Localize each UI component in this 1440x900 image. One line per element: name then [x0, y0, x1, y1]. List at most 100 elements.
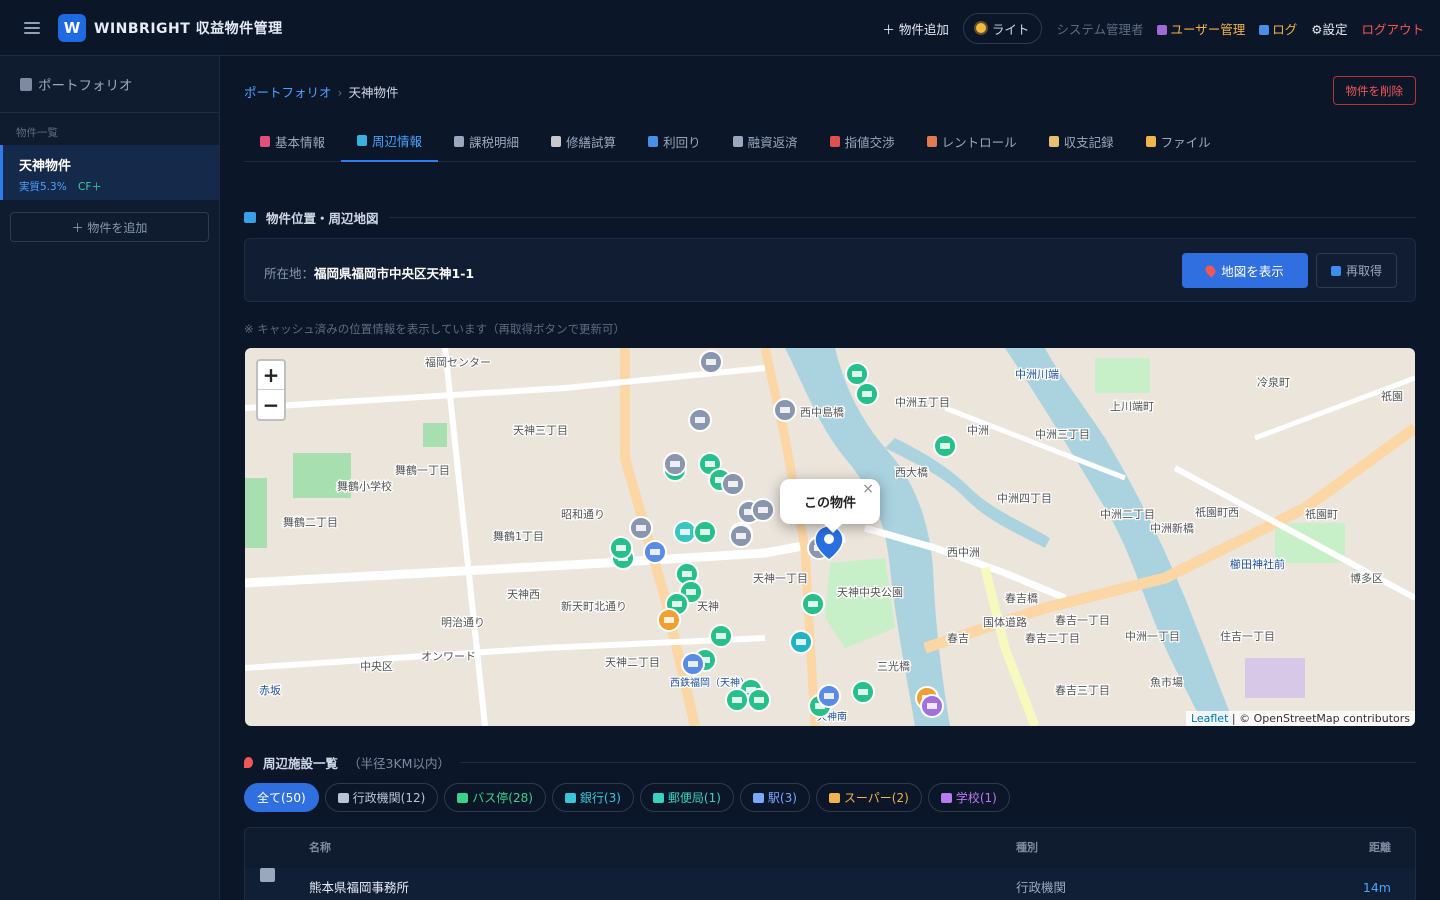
tab-rent-roll[interactable]: レントロール	[911, 120, 1033, 162]
address-row: 所在地：福岡県福岡市中央区天神1-1	[264, 263, 474, 282]
filter-post-office[interactable]: 郵便局(1)	[639, 783, 734, 812]
facilities-heading-text: 周辺施設一覧	[263, 756, 339, 771]
filter-government[interactable]: 行政機関(12)	[324, 783, 439, 812]
filter-bank[interactable]: 銀行(3)	[551, 783, 634, 812]
tab-tax-details[interactable]: 課税明細	[438, 120, 535, 162]
filter-all[interactable]: 全て(50)	[244, 783, 319, 812]
map-label: 春吉三丁目	[1055, 684, 1110, 697]
facility-filter-bar: 全て(50) 行政機関(12) バス停(28) 銀行(3) 郵便局(1) 駅(3) スーパー…	[244, 783, 1010, 812]
popup-text: この物件	[803, 496, 856, 511]
poi-marker-glyph	[732, 697, 742, 703]
add-property-link[interactable]: ＋ 物件追加	[882, 19, 948, 38]
map-label: 上川端町	[1110, 400, 1154, 413]
government-building-icon	[260, 868, 275, 882]
sidebar-property-item[interactable]: 天神物件 実質5.3% CF＋	[0, 145, 219, 200]
osm-attribution: | © OpenStreetMap contributors	[1228, 712, 1410, 725]
app-title: WINBRIGHT 収益物件管理	[94, 20, 283, 37]
poi-marker-glyph	[672, 601, 682, 607]
category-icon	[652, 792, 664, 803]
menu-icon[interactable]	[24, 21, 42, 35]
address-panel: 所在地：福岡県福岡市中央区天神1-1 地図を表示 再取得	[244, 238, 1416, 302]
tab-basic-info[interactable]: 基本情報	[244, 120, 341, 162]
pin-icon	[1203, 263, 1218, 278]
sun-icon	[975, 23, 986, 33]
table-row[interactable]: 熊本県福岡事務所 行政機関 14m	[245, 868, 1415, 900]
users-icon	[1157, 24, 1168, 35]
tab-price-negotiation[interactable]: 指値交渉	[814, 120, 911, 162]
map-icon	[244, 212, 256, 223]
poi-marker-glyph	[754, 697, 764, 703]
map-label: 中洲三丁目	[1035, 428, 1090, 441]
road	[245, 365, 766, 411]
facility-distance: 14m	[1362, 880, 1391, 895]
poi-marker-glyph	[636, 525, 646, 531]
facilities-table: 名称 種別 距離 熊本県福岡事務所 行政機関 14m	[244, 827, 1416, 900]
sidebar: ポートフォリオ 物件一覧 天神物件 実質5.3% CF＋ ＋ 物件を追加	[0, 56, 220, 900]
column-distance: 距離	[1369, 841, 1391, 854]
tab-label: 利回り	[663, 134, 701, 150]
map-label: 中洲四丁目	[997, 492, 1052, 505]
house-icon	[926, 135, 937, 147]
tab-label: 収支記録	[1063, 134, 1114, 150]
theme-toggle-button[interactable]: ライト	[962, 12, 1043, 44]
main-content: ポートフォリオ › 天神物件 物件を削除 基本情報 周辺情報 課税明細 修繕試算 利…	[220, 56, 1440, 900]
tab-yield[interactable]: 利回り	[632, 120, 717, 162]
map-view[interactable]: 天神二丁目 天神三丁目 舞鶴一丁目 舞鶴二丁目 舞鶴1丁目 西中島橋 中洲五丁目 中洲 中洲三丁…	[245, 348, 1415, 726]
tab-loan-repayment[interactable]: 融資返済	[717, 120, 814, 162]
user-management-link[interactable]: ユーザー管理	[1157, 19, 1245, 38]
tab-label: 修繕試算	[566, 134, 617, 150]
tab-surroundings[interactable]: 周辺情報	[341, 120, 439, 162]
poi-marker-glyph	[824, 693, 834, 699]
map-label: 新天町北通り	[561, 599, 627, 613]
refetch-button[interactable]: 再取得	[1316, 253, 1397, 288]
close-icon[interactable]: ×	[862, 481, 874, 497]
road	[442, 348, 488, 726]
map-label: 昭和通り	[561, 508, 605, 521]
tab-repair-estimate[interactable]: 修繕試算	[535, 120, 632, 162]
filter-supermarket[interactable]: スーパー(2)	[815, 783, 922, 812]
category-icon	[337, 792, 349, 803]
map-label: 舞鶴二丁目	[283, 515, 338, 529]
zoom-in-button[interactable]: +	[258, 361, 284, 390]
settings-link[interactable]: ⚙設定	[1311, 19, 1347, 38]
show-map-button[interactable]: 地図を表示	[1182, 253, 1308, 288]
category-icon	[940, 792, 952, 803]
filter-label: 駅(3)	[767, 791, 797, 805]
facility-name: 熊本県福岡事務所	[309, 880, 410, 895]
chart-icon	[648, 135, 659, 147]
filter-label: 郵便局(1)	[667, 791, 721, 805]
category-icon	[752, 792, 764, 803]
document-icon	[260, 135, 270, 147]
receipt-icon	[454, 135, 465, 147]
map-label: 冷泉町	[1257, 375, 1290, 389]
tab-income-records[interactable]: 収支記録	[1033, 120, 1130, 162]
poi-marker-glyph	[688, 661, 698, 667]
add-property-button[interactable]: ＋ 物件を追加	[10, 212, 209, 242]
poi-marker-glyph	[706, 359, 716, 365]
map-label: 国体道路	[983, 615, 1027, 629]
breadcrumb-root[interactable]: ポートフォリオ	[244, 85, 332, 100]
delete-property-button[interactable]: 物件を削除	[1332, 76, 1416, 105]
map-label: 祇園	[1381, 390, 1403, 403]
map-label: 中洲二丁目	[1100, 508, 1155, 521]
logout-link[interactable]: ログアウト	[1361, 19, 1424, 38]
filter-bus-stop[interactable]: バス停(28)	[444, 783, 546, 812]
tab-files[interactable]: ファイル	[1130, 120, 1227, 162]
leaflet-link[interactable]: Leaflet	[1191, 712, 1228, 725]
filter-station[interactable]: 駅(3)	[739, 783, 810, 812]
map-label: 福岡センター	[425, 355, 491, 369]
theme-label: ライト	[991, 21, 1030, 37]
tab-label: レントロール	[941, 134, 1017, 150]
sidebar-portfolio-link[interactable]: ポートフォリオ	[0, 56, 219, 113]
address-value: 福岡県福岡市中央区天神1-1	[314, 266, 475, 281]
map-label: 赤坂	[259, 684, 281, 697]
filter-school[interactable]: 学校(1)	[927, 783, 1010, 812]
zoom-out-button[interactable]: −	[258, 390, 284, 419]
poi-marker-glyph	[736, 533, 746, 539]
poi-marker-glyph	[758, 507, 768, 513]
map-label: 舞鶴1丁目	[493, 529, 544, 543]
tab-label: 周辺情報	[372, 133, 423, 149]
facilities-section-heading: 周辺施設一覧 （半径3KM以内）	[244, 753, 1416, 772]
category-icon	[828, 792, 840, 803]
log-link[interactable]: ログ	[1259, 19, 1297, 38]
